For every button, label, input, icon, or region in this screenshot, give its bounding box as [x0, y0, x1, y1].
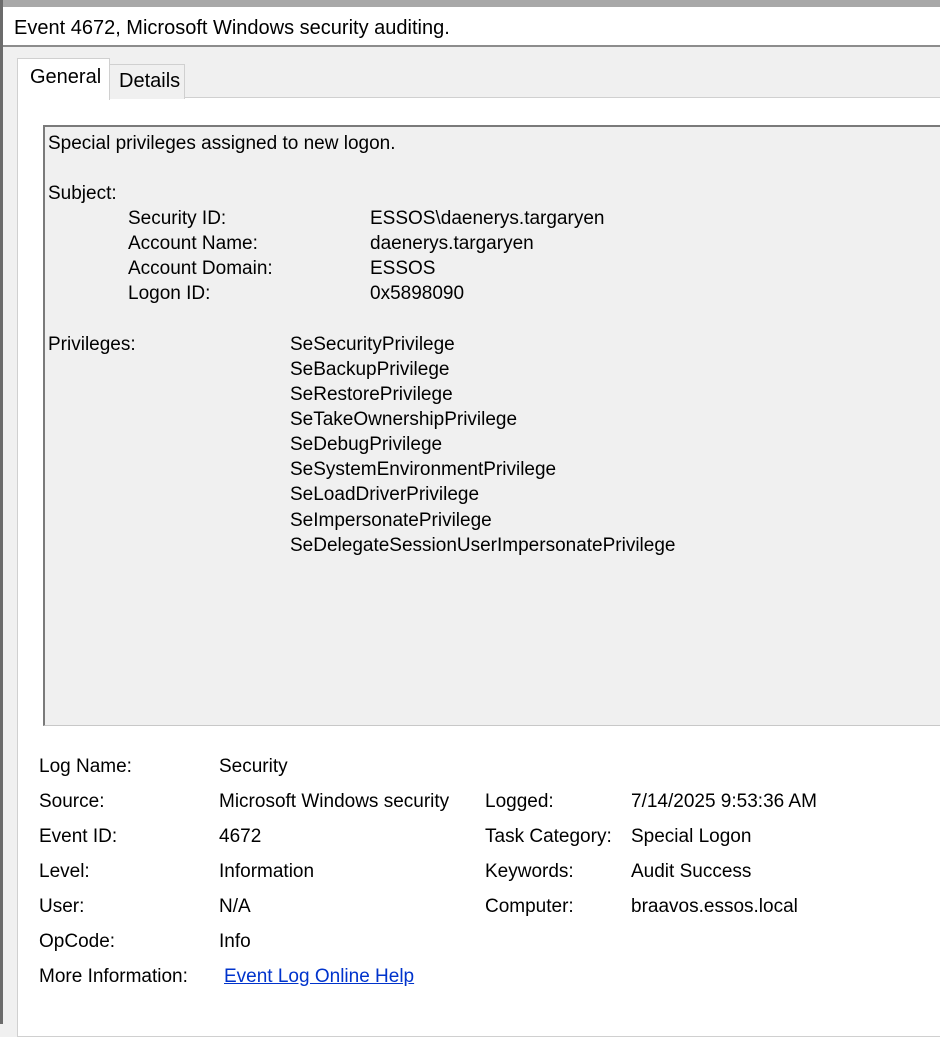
log-name-label: Log Name: [39, 756, 132, 777]
logon-id-value: 0x5898090 [370, 283, 465, 304]
more-information-label: More Information: [39, 966, 188, 987]
subject-heading: Subject: [48, 183, 117, 204]
level-value: Information [219, 861, 315, 882]
logon-id-label: Logon ID: [128, 283, 211, 304]
privilege-item: SeImpersonatePrivilege [290, 510, 492, 531]
event-id-value: 4672 [219, 826, 262, 847]
logged-value: 7/14/2025 9:53:36 AM [631, 791, 817, 812]
keywords-value: Audit Success [631, 861, 752, 882]
event-id-label: Event ID: [39, 826, 118, 847]
computer-label: Computer: [485, 896, 574, 917]
keywords-label: Keywords: [485, 861, 574, 882]
security-id-label: Security ID: [128, 208, 227, 229]
privilege-item: SeDebugPrivilege [290, 434, 443, 455]
privilege-item: SeSystemEnvironmentPrivilege [290, 459, 557, 480]
logged-label: Logged: [485, 791, 554, 812]
privileges-heading: Privileges: [48, 334, 136, 355]
source-value: Microsoft Windows security [219, 791, 450, 812]
account-domain-label: Account Domain: [128, 258, 273, 279]
event-title: Event 4672, Microsoft Windows security a… [14, 17, 450, 39]
privilege-item: SeDelegateSessionUserImpersonatePrivileg… [290, 535, 676, 556]
privilege-item: SeBackupPrivilege [290, 359, 450, 380]
user-value: N/A [219, 896, 251, 917]
tab-details[interactable]: Details [109, 64, 185, 99]
tab-details-label: Details [119, 70, 181, 92]
window-frame-left [0, 0, 3, 1024]
tab-general[interactable]: General [17, 58, 110, 100]
description-summary: Special privileges assigned to new logon… [48, 133, 396, 154]
window-frame-top [0, 0, 940, 7]
account-name-label: Account Name: [128, 233, 258, 254]
security-id-value: ESSOS\daenerys.targaryen [370, 208, 605, 229]
privilege-item: SeSecurityPrivilege [290, 334, 455, 355]
source-label: Source: [39, 791, 105, 812]
privilege-item: SeLoadDriverPrivilege [290, 484, 480, 505]
event-log-online-help-link[interactable]: Event Log Online Help [224, 966, 414, 988]
level-label: Level: [39, 861, 90, 882]
opcode-value: Info [219, 931, 251, 952]
user-label: User: [39, 896, 85, 917]
privilege-item: SeTakeOwnershipPrivilege [290, 409, 518, 430]
tab-general-label: General [30, 66, 102, 88]
task-category-value: Special Logon [631, 826, 752, 847]
log-name-value: Security [219, 756, 288, 777]
task-category-label: Task Category: [485, 826, 612, 847]
event-title-bar: Event 4672, Microsoft Windows security a… [3, 7, 940, 47]
account-domain-value: ESSOS [370, 258, 436, 279]
account-name-value: daenerys.targaryen [370, 233, 534, 254]
opcode-label: OpCode: [39, 931, 116, 952]
event-description-box[interactable]: Special privileges assigned to new logon… [43, 125, 940, 726]
privilege-item: SeRestorePrivilege [290, 384, 453, 405]
computer-value: braavos.essos.local [631, 896, 798, 917]
